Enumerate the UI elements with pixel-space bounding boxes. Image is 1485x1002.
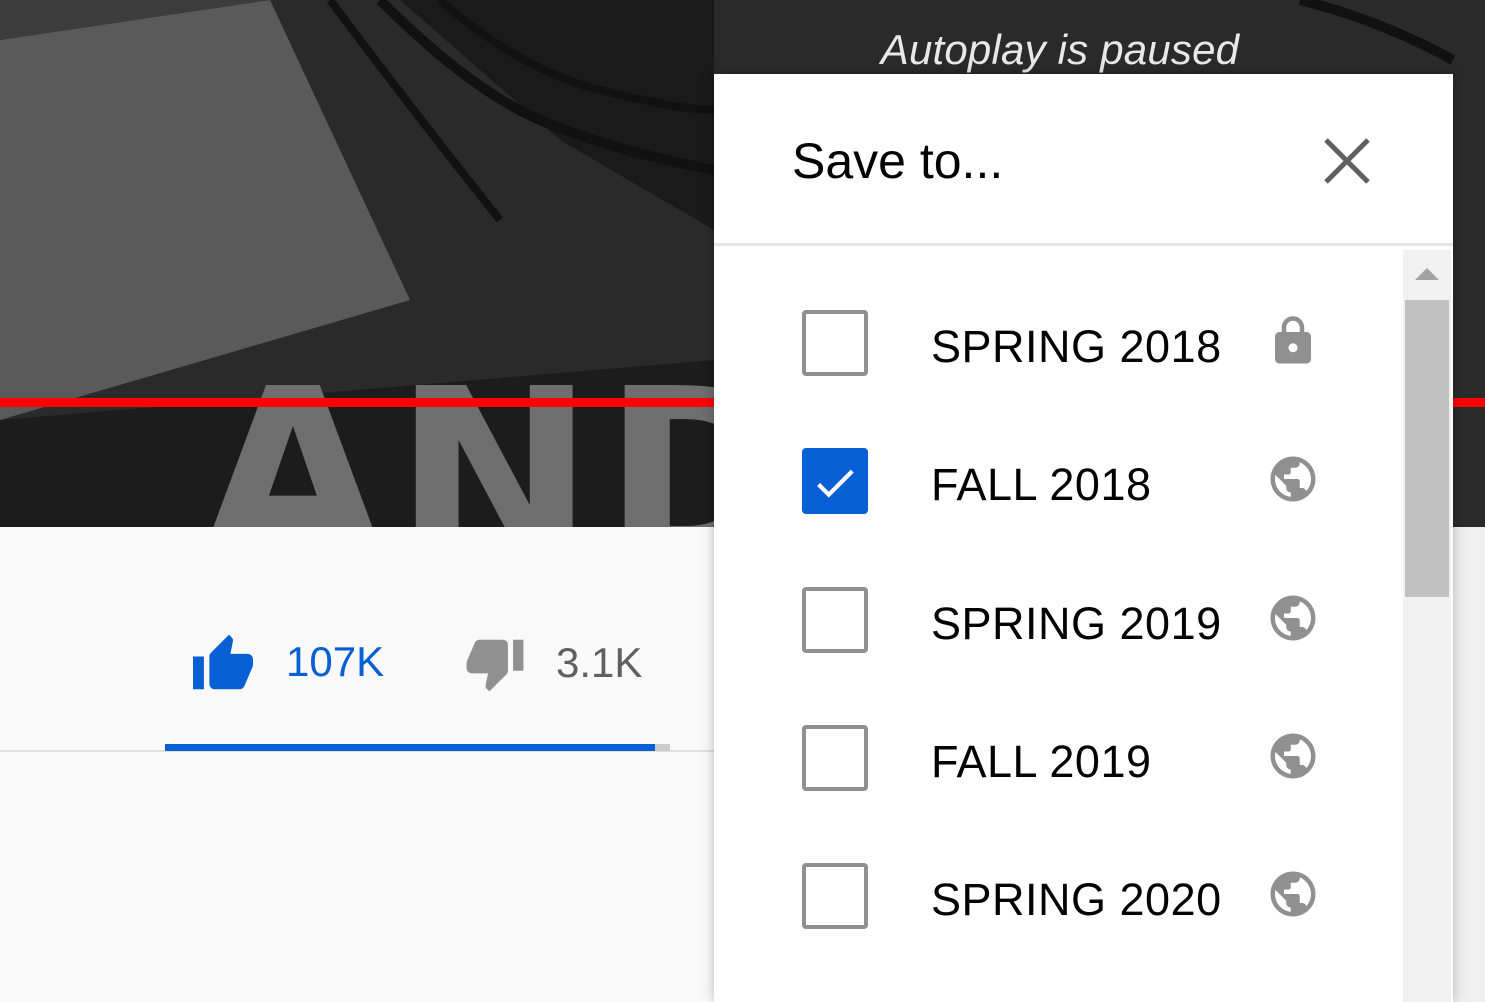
autoplay-paused-notice: Autoplay is paused: [880, 26, 1240, 73]
side-panel-edge: [1453, 527, 1485, 1002]
playlist-row[interactable]: FALL 2018: [714, 418, 1404, 556]
playlist-list: SPRING 2018 FALL 2018 SPRING 2019 FALL 2019…: [714, 246, 1453, 1002]
thumbs-down-icon: [466, 639, 524, 692]
checkbox-unchecked[interactable]: [802, 863, 868, 929]
close-icon: [1324, 138, 1370, 184]
thumbs-up-icon: [193, 634, 253, 690]
video-actions-bar: [0, 527, 714, 1002]
playlist-row[interactable]: SPRING 2019: [714, 557, 1404, 695]
globe-icon: [1266, 729, 1320, 783]
triangle-up-icon: [1415, 268, 1439, 280]
like-button[interactable]: 107K: [190, 632, 384, 692]
dialog-header: Save to...: [714, 74, 1453, 246]
checkbox-checked[interactable]: [802, 448, 868, 514]
checkmark-icon: [817, 469, 854, 498]
dialog-title: Save to...: [792, 133, 1004, 189]
sentiment-bar-fill: [165, 744, 655, 751]
checkbox-unchecked[interactable]: [802, 310, 868, 376]
scrollbar[interactable]: [1403, 250, 1451, 1002]
scrollbar-thumb[interactable]: [1405, 300, 1449, 597]
close-button[interactable]: [1320, 134, 1374, 188]
playlist-name: SPRING 2018: [931, 321, 1222, 372]
globe-icon: [1266, 867, 1320, 921]
sentiment-bar: [165, 744, 670, 751]
playlist-row[interactable]: SPRING 2020: [714, 833, 1404, 971]
checkbox-unchecked[interactable]: [802, 725, 868, 791]
checkbox-unchecked[interactable]: [802, 587, 868, 653]
playlist-name: SPRING 2019: [931, 598, 1222, 649]
playlist-row[interactable]: SPRING 2018: [714, 280, 1404, 418]
playlist-row[interactable]: FALL 2019: [714, 695, 1404, 833]
playlist-name: FALL 2018: [931, 459, 1152, 510]
playlist-name: SPRING 2020: [931, 874, 1222, 925]
playlist-name: FALL 2019: [931, 736, 1152, 787]
like-count: 107K: [286, 638, 385, 685]
dislike-button[interactable]: 3.1K: [464, 632, 642, 694]
globe-icon: [1266, 452, 1320, 506]
globe-icon: [1266, 591, 1320, 645]
scroll-up-arrow[interactable]: [1403, 250, 1451, 294]
lock-icon: [1266, 314, 1320, 368]
dislike-count: 3.1K: [556, 639, 643, 686]
save-to-dialog: Save to... SPRING 2018 FALL 2018 SPRING 20…: [714, 74, 1453, 1002]
